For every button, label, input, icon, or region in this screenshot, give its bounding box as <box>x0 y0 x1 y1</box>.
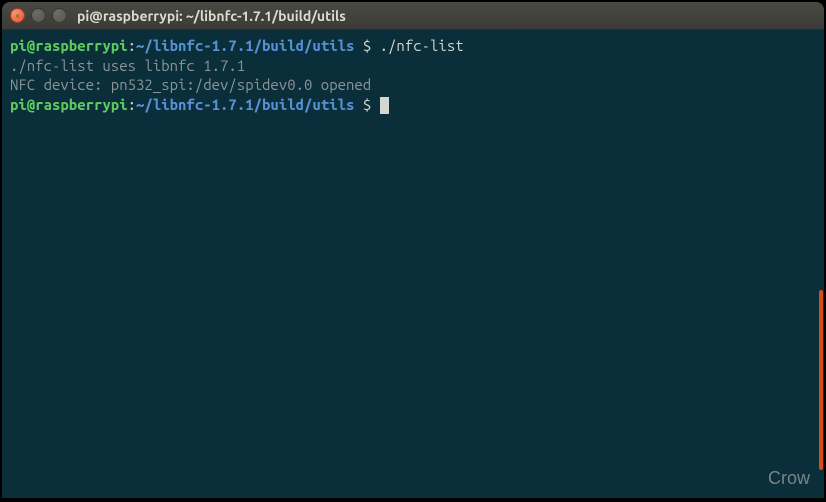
minimize-button[interactable] <box>31 8 46 23</box>
prompt-separator: : <box>128 96 136 113</box>
terminal-line: pi@raspberrypi:~/libnfc-1.7.1/build/util… <box>10 36 816 56</box>
terminal-output-line: NFC device: pn532_spi:/dev/spidev0.0 ope… <box>10 75 816 95</box>
cursor <box>380 97 389 114</box>
prompt-path: ~/libnfc-1.7.1/build/utils <box>136 96 354 113</box>
window-title: pi@raspberrypi: ~/libnfc-1.7.1/build/uti… <box>77 8 346 24</box>
prompt-separator: : <box>128 37 136 54</box>
window-controls: × <box>10 8 67 23</box>
command-text: ./nfc-list <box>380 37 464 54</box>
prompt-dollar: $ <box>354 96 379 113</box>
titlebar[interactable]: × pi@raspberrypi: ~/libnfc-1.7.1/build/u… <box>2 2 824 30</box>
maximize-button[interactable] <box>52 8 67 23</box>
prompt-user: pi@raspberrypi <box>10 96 128 113</box>
close-icon: × <box>15 10 21 21</box>
watermark: Crow <box>768 467 810 490</box>
prompt-dollar: $ <box>354 37 379 54</box>
prompt-path: ~/libnfc-1.7.1/build/utils <box>136 37 354 54</box>
close-button[interactable]: × <box>10 8 25 23</box>
scrollbar-thumb[interactable] <box>819 290 823 470</box>
terminal-body[interactable]: pi@raspberrypi:~/libnfc-1.7.1/build/util… <box>2 30 824 498</box>
terminal-output-line: ./nfc-list uses libnfc 1.7.1 <box>10 56 816 76</box>
terminal-window: × pi@raspberrypi: ~/libnfc-1.7.1/build/u… <box>2 2 824 498</box>
terminal-line: pi@raspberrypi:~/libnfc-1.7.1/build/util… <box>10 95 816 115</box>
prompt-user: pi@raspberrypi <box>10 37 128 54</box>
